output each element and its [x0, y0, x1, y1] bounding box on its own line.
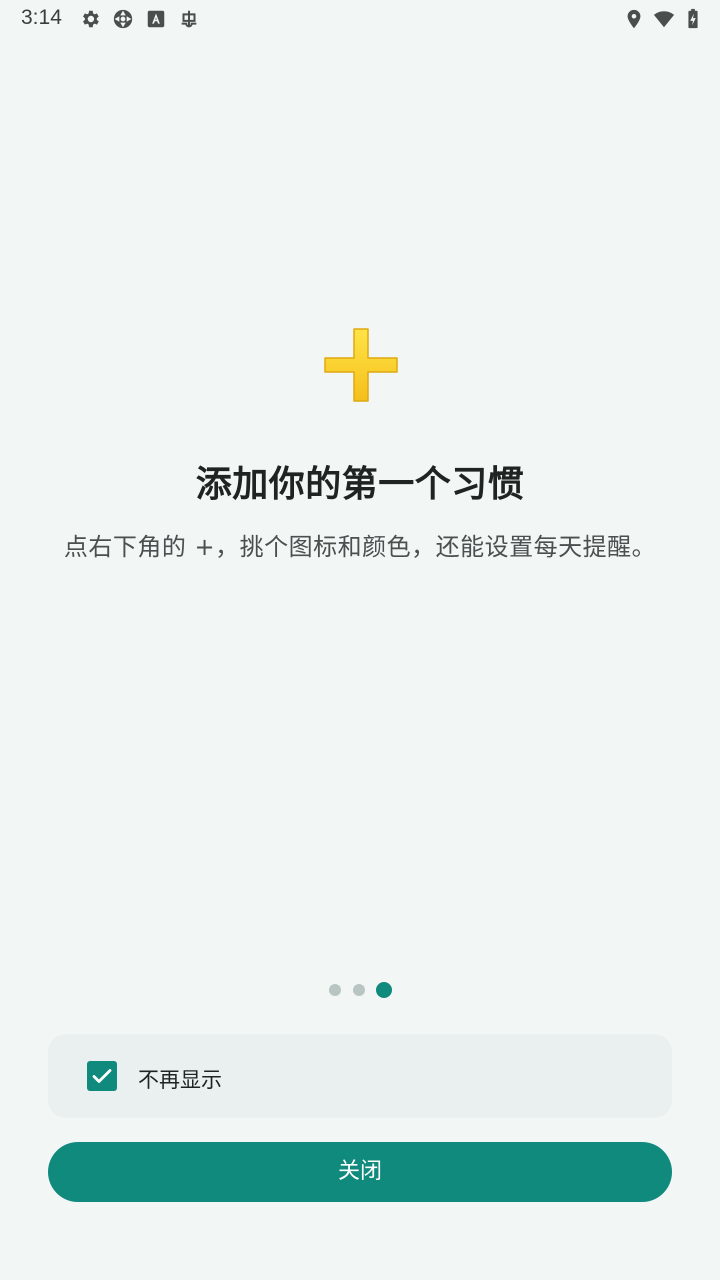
- status-bar: 3:14: [0, 0, 720, 38]
- dont-show-again-label: 不再显示: [138, 1068, 222, 1092]
- dont-show-again-row[interactable]: 不再显示: [48, 1034, 672, 1118]
- plus-icon: [324, 328, 398, 402]
- battery-charging-icon: [688, 8, 698, 29]
- page-dot-2: [353, 984, 365, 996]
- page-dot-3-active: [376, 982, 392, 998]
- gear-icon: [83, 10, 99, 28]
- page-indicator: [0, 980, 720, 1000]
- bug-icon: [181, 10, 197, 28]
- wifi-icon: [653, 11, 675, 28]
- dont-show-again-checkbox[interactable]: [87, 1061, 117, 1091]
- font-badge-icon: [147, 10, 165, 28]
- checkmark-icon: [92, 1069, 112, 1083]
- onboarding-title: 添加你的第一个习惯: [195, 464, 525, 505]
- status-time: 3:14: [21, 6, 62, 29]
- close-button[interactable]: 关闭: [48, 1142, 672, 1202]
- page-dot-1: [329, 984, 341, 996]
- location-pin-icon: [627, 9, 641, 29]
- aperture-icon: [113, 9, 133, 29]
- onboarding-subtitle: 点右下角的 +，挑个图标和颜色，还能设置每天提醒。: [63, 533, 657, 561]
- onboarding-screen: 3:14 添加你的第一个习惯 点右下角的 +，挑个图标和颜色，还能设置每天提醒。…: [0, 0, 720, 1280]
